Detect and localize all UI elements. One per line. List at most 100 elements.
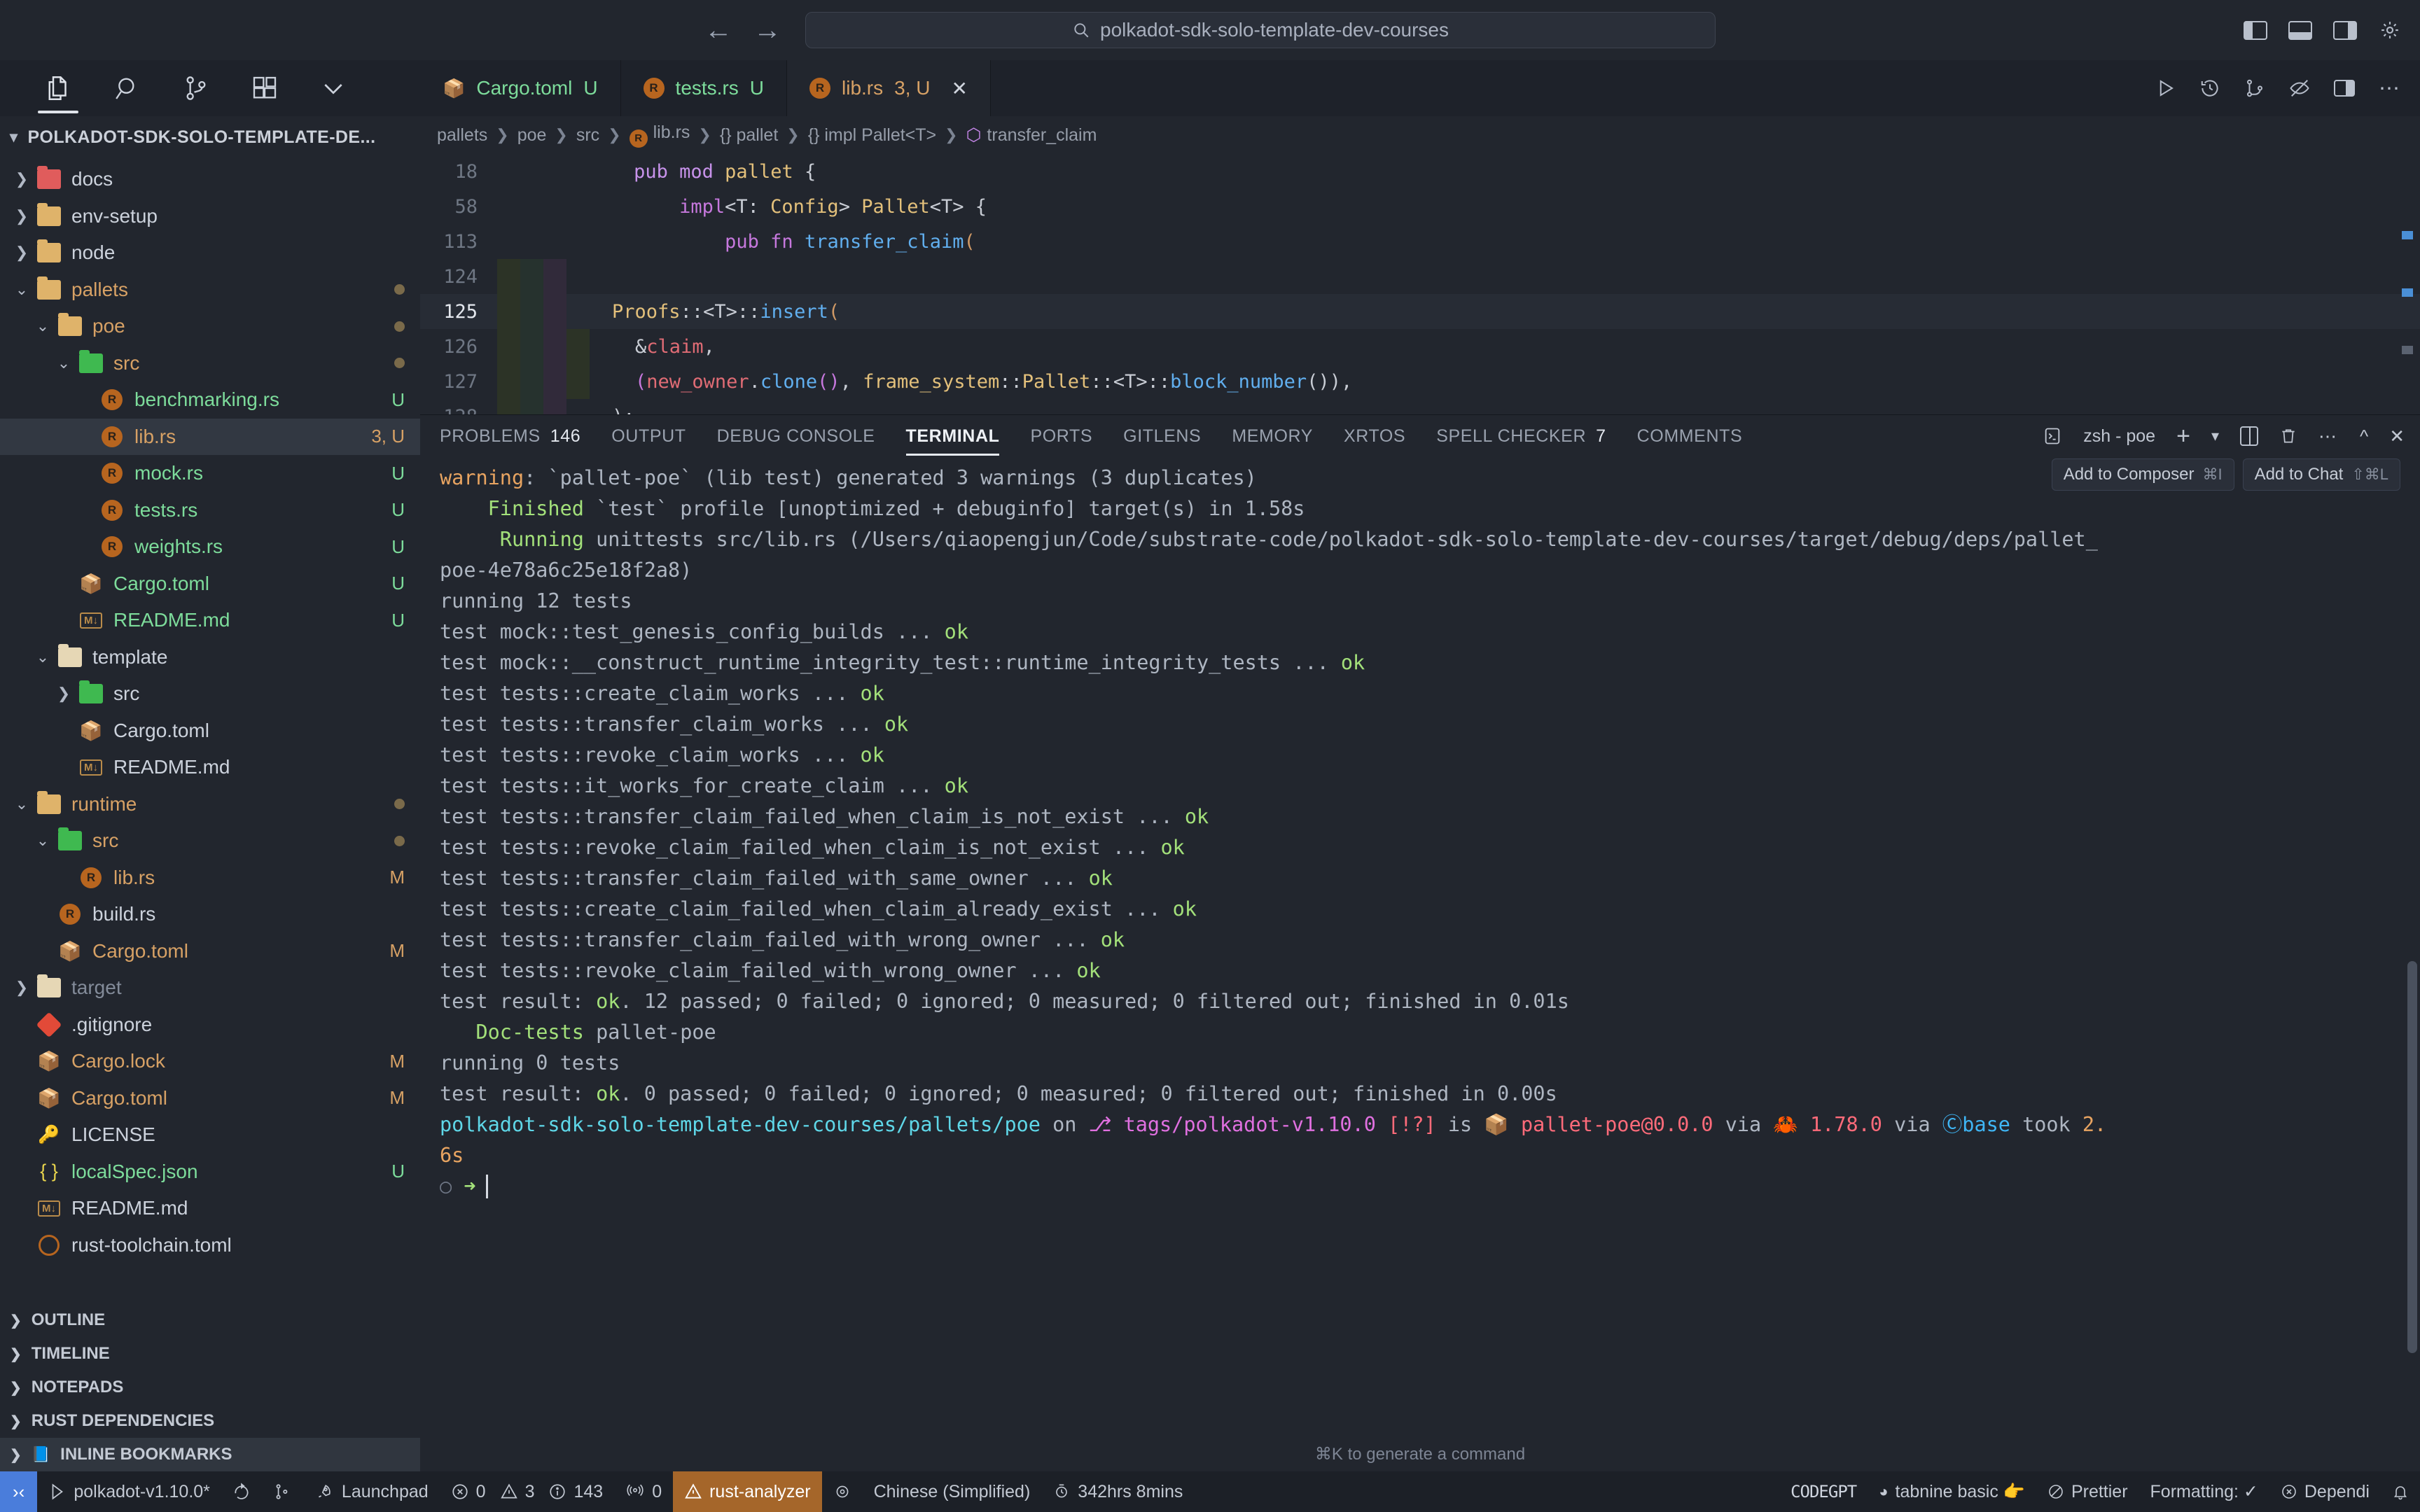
tree-item-target[interactable]: ❯ target — [0, 969, 420, 1007]
tree-item-src[interactable]: ❯ src — [0, 676, 420, 713]
status-dependi[interactable]: Dependi — [2269, 1471, 2381, 1512]
tree-item-build-rs[interactable]: Rbuild.rs — [0, 896, 420, 933]
tree-item-template[interactable]: ⌄ template — [0, 639, 420, 676]
tree-item-mock-rs[interactable]: Rmock.rs U — [0, 455, 420, 492]
breadcrumb-item-1[interactable]: poe — [517, 125, 547, 146]
breadcrumb[interactable]: pallets ❯ poe ❯ src ❯ Rlib.rs ❯ {} pallet ❯ {} imp… — [420, 116, 2420, 154]
panel-more-actions-icon[interactable]: ⋯ — [2318, 426, 2339, 447]
maximize-panel-icon[interactable]: ^ — [2360, 426, 2368, 447]
kill-terminal-icon[interactable] — [2279, 426, 2297, 446]
editor-tab-cargo-toml[interactable]: 📦 Cargo.toml U — [420, 60, 621, 116]
tree-item-src[interactable]: ⌄ src — [0, 345, 420, 382]
sidebar-section-inline-bookmarks[interactable]: ❯ 📘 INLINE BOOKMARKS — [0, 1438, 420, 1471]
tree-item-poe[interactable]: ⌄ poe — [0, 308, 420, 345]
panel-tab-problems[interactable]: PROBLEMS 146 — [440, 415, 580, 457]
tree-item-docs[interactable]: ❯ docs — [0, 161, 420, 198]
tree-item-readme-md[interactable]: M↓ README.md U — [0, 602, 420, 639]
status-notifications[interactable] — [2381, 1471, 2420, 1512]
status-codegpt[interactable]: CODEGPT — [1779, 1471, 1868, 1512]
status-launchpad[interactable]: Launchpad — [302, 1471, 440, 1512]
history-icon[interactable] — [2199, 78, 2220, 99]
chevron-right-icon[interactable]: ❯ — [10, 207, 34, 225]
activity-explorer-icon[interactable] — [38, 60, 78, 116]
terminal-prompt-row[interactable]: ○ ➜ — [420, 1171, 2420, 1202]
panel-tab-output[interactable]: OUTPUT — [611, 415, 686, 457]
forward-arrow-icon[interactable]: → — [753, 16, 781, 44]
terminal-scrollbar[interactable] — [2407, 961, 2417, 1353]
tree-item-cargo-lock[interactable]: 📦 Cargo.lock M — [0, 1043, 420, 1080]
breadcrumb-item-6[interactable]: ⬡ transfer_claim — [966, 125, 1097, 146]
split-editor-icon[interactable] — [2334, 80, 2355, 97]
panel-tab-xrtos[interactable]: XRTOS — [1344, 415, 1405, 457]
editor-tab-lib-rs[interactable]: Rlib.rs 3, U ✕ — [787, 60, 991, 116]
code-line-124[interactable]: 124 — [420, 259, 2420, 294]
source-control-graph-icon[interactable] — [2244, 78, 2265, 99]
shell-label[interactable]: zsh - poe — [2083, 426, 2155, 447]
chevron-down-icon[interactable]: ⌄ — [10, 795, 34, 813]
run-icon[interactable] — [2155, 78, 2176, 99]
activity-search-icon[interactable] — [113, 60, 141, 116]
tree-item-lib-rs[interactable]: Rlib.rs M — [0, 860, 420, 897]
panel-tab-debug-console[interactable]: DEBUG CONSOLE — [717, 415, 875, 457]
status-language[interactable]: Chinese (Simplified) — [863, 1471, 1042, 1512]
chevron-down-icon[interactable]: ⌄ — [52, 354, 76, 372]
chevron-right-icon[interactable]: ❯ — [52, 685, 76, 703]
split-terminal-icon[interactable] — [2240, 426, 2258, 446]
tree-item-readme-md[interactable]: M↓ README.md — [0, 1190, 420, 1227]
status-sync[interactable] — [221, 1471, 262, 1512]
code-line-125[interactable]: 125 Proofs::<T>:: insert( — [420, 294, 2420, 329]
tree-item-cargo-toml[interactable]: 📦 Cargo.toml U — [0, 566, 420, 603]
customize-layout-icon[interactable] — [2377, 19, 2403, 41]
status-target[interactable] — [822, 1471, 863, 1512]
tree-item-env-setup[interactable]: ❯ env-setup — [0, 198, 420, 235]
chevron-down-icon[interactable]: ⌄ — [31, 317, 55, 335]
chevron-down-icon[interactable]: ⌄ — [31, 648, 55, 666]
code-line-58[interactable]: 58 impl <T: Config > Pallet <T> { — [420, 189, 2420, 224]
sidebar-section-outline[interactable]: ❯ OUTLINE — [0, 1303, 420, 1337]
toggle-secondary-sidebar-icon[interactable] — [2332, 19, 2358, 41]
chevron-right-icon[interactable]: ❯ — [10, 244, 34, 262]
explorer-section-header[interactable]: ▾ POLKADOT-SDK-SOLO-TEMPLATE-DE... — [0, 116, 420, 158]
add-to-composer-button[interactable]: Add to Composer ⌘I — [2051, 458, 2234, 491]
status-wakatime[interactable]: 342hrs 8mins — [1041, 1471, 1194, 1512]
tree-item-readme-md[interactable]: M↓ README.md — [0, 749, 420, 786]
sidebar-section-timeline[interactable]: ❯ TIMELINE — [0, 1337, 420, 1371]
terminal-icon[interactable] — [2043, 426, 2062, 447]
activity-more-chevron-down-icon[interactable] — [319, 60, 347, 116]
tree-item-localspec-json[interactable]: { } localSpec.json U — [0, 1154, 420, 1191]
tree-item-src[interactable]: ⌄ src — [0, 822, 420, 860]
chevron-down-icon[interactable]: ⌄ — [10, 281, 34, 299]
eye-closed-icon[interactable] — [2289, 78, 2310, 99]
back-arrow-icon[interactable]: ← — [704, 16, 732, 44]
chevron-right-icon[interactable]: ❯ — [10, 170, 34, 188]
tree-item-license[interactable]: 🔑 LICENSE — [0, 1116, 420, 1154]
breadcrumb-item-2[interactable]: src — [576, 125, 599, 146]
sidebar-section-notepads[interactable]: ❯ NOTEPADS — [0, 1371, 420, 1404]
tree-item-cargo-toml[interactable]: 📦 Cargo.toml M — [0, 933, 420, 970]
tree-item-node[interactable]: ❯ node — [0, 234, 420, 272]
terminal-dropdown-icon[interactable]: ▾ — [2211, 427, 2219, 445]
code-line-18[interactable]: 18 pub mod pallet { — [420, 154, 2420, 189]
file-tree[interactable]: ❯ docs ❯ env-setup ❯ node ⌄ pallets ⌄ poe ⌄ src Rben… — [0, 158, 420, 1303]
tree-item--gitignore[interactable]: .gitignore — [0, 1007, 420, 1044]
panel-tab-memory[interactable]: MEMORY — [1232, 415, 1313, 457]
panel-tab-spell-checker[interactable]: SPELL CHECKER 7 — [1436, 415, 1606, 457]
breadcrumb-item-0[interactable]: pallets — [437, 125, 487, 146]
editor-tab-tests-rs[interactable]: Rtests.rs U — [621, 60, 788, 116]
tree-item-runtime[interactable]: ⌄ runtime — [0, 786, 420, 823]
close-tab-icon[interactable]: ✕ — [952, 77, 968, 100]
breadcrumb-item-4[interactable]: {} pallet — [720, 125, 778, 146]
chevron-right-icon[interactable]: ❯ — [10, 979, 34, 997]
panel-tab-comments[interactable]: COMMENTS — [1637, 415, 1743, 457]
tree-item-benchmarking-rs[interactable]: Rbenchmarking.rs U — [0, 382, 420, 419]
breadcrumb-item-3[interactable]: Rlib.rs — [629, 122, 690, 148]
code-line-128[interactable]: 128 ); — [420, 399, 2420, 414]
tree-item-tests-rs[interactable]: Rtests.rs U — [0, 492, 420, 529]
panel-tab-gitlens[interactable]: GITLENS — [1123, 415, 1201, 457]
tree-item-weights-rs[interactable]: Rweights.rs U — [0, 528, 420, 566]
chevron-down-icon[interactable]: ⌄ — [31, 832, 55, 850]
more-actions-icon[interactable]: ⋯ — [2379, 76, 2402, 101]
panel-tab-ports[interactable]: PORTS — [1030, 415, 1092, 457]
new-terminal-icon[interactable]: + — [2176, 423, 2190, 450]
status-tabnine[interactable]: ◕ tabnine basic 👉 — [1868, 1471, 2036, 1512]
